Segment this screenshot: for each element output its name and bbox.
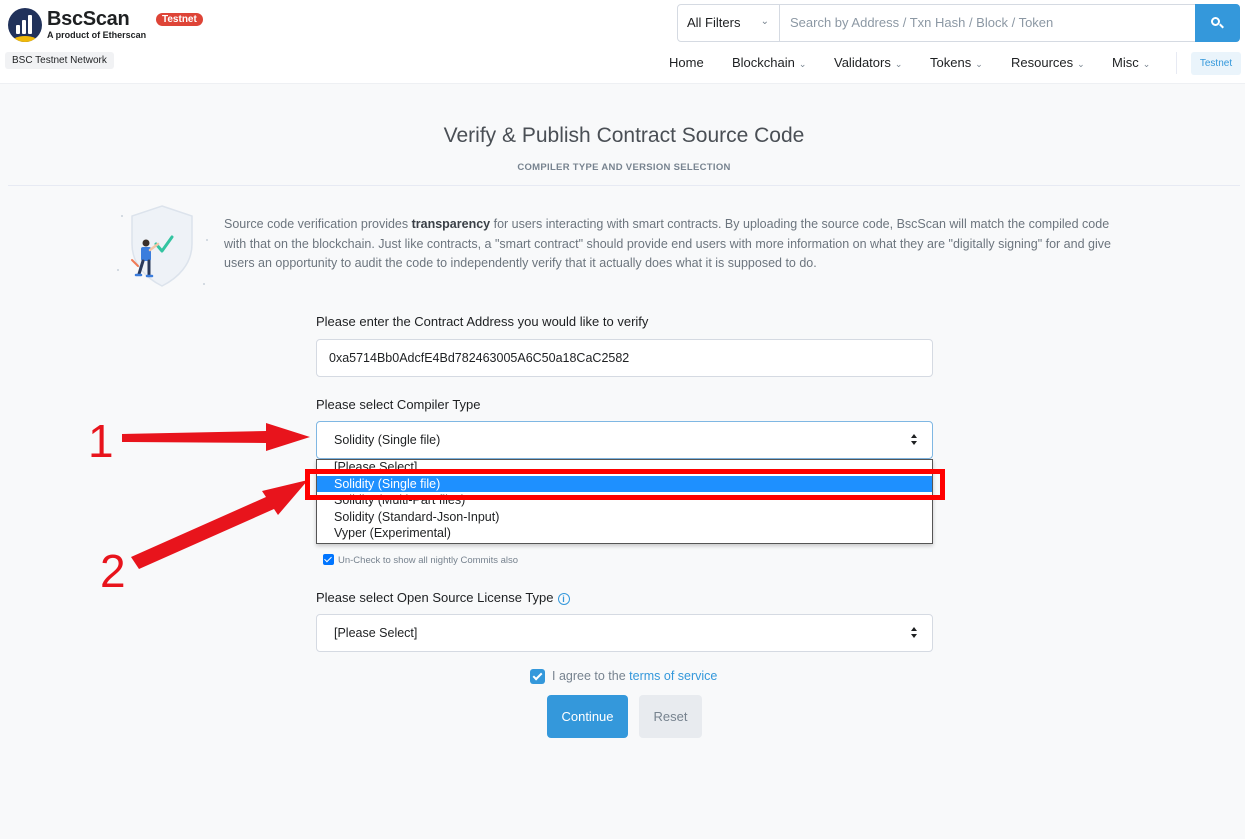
contract-address-label: Please enter the Contract Address you wo… [316,314,649,329]
bscscan-logo-icon [8,8,42,42]
chevron-down-icon: ⌄ [975,59,983,69]
chevron-down-icon: ⌄ [1077,59,1085,69]
compiler-type-select[interactable]: Solidity (Single file) [316,421,933,459]
compiler-type-option[interactable]: Solidity (Standard-Json-Input) [317,509,932,526]
bscscan-logo[interactable]: BscScan A product of Etherscan [8,7,158,43]
annotation-arrow-1 [122,423,310,451]
nightly-commits-checkbox[interactable] [323,554,334,565]
compiler-type-option[interactable]: Vyper (Experimental) [317,525,932,542]
annotation-label-2: 2 [100,545,126,597]
license-type-select[interactable]: [Please Select] [316,614,933,652]
annotation-arrow-2 [131,480,308,569]
nav-misc[interactable]: Misc ⌄ [1112,55,1150,71]
contract-address-input[interactable]: 0xa5714Bb0AdcfE4Bd782463005A6C50a18CaC25… [316,339,933,377]
license-type-value: [Please Select] [334,626,418,640]
nav-validators[interactable]: Validators ⌄ [834,55,902,71]
nav-home[interactable]: Home [669,55,704,71]
verification-shield-illustration [117,205,208,287]
nav-divider [1176,52,1177,74]
select-arrows-icon [911,434,918,447]
select-arrows-icon [911,627,918,640]
terms-checkbox[interactable] [530,669,545,684]
search-bar: All Filters ⌄ Search by Address / Txn Ha… [677,4,1240,42]
testnet-badge: Testnet [156,13,203,26]
annotation-label-1: 1 [88,415,114,467]
search-filter-select[interactable]: All Filters ⌄ [678,5,780,41]
nav-resources[interactable]: Resources ⌄ [1011,55,1085,71]
reset-button[interactable]: Reset [639,695,702,738]
nightly-commits-label: Un-Check to show all nightly Commits als… [338,555,519,566]
logo-name: BscScan [47,8,130,30]
chevron-down-icon: ⌄ [1142,59,1151,69]
chevron-down-icon: ⌄ [894,59,903,69]
chevron-down-icon: ⌄ [798,59,807,69]
network-switch-chip[interactable]: Testnet [1191,52,1241,75]
nav-blockchain[interactable]: Blockchain ⌄ [732,55,806,71]
license-type-label: Please select Open Source License Type i [316,590,570,605]
annotation-highlight-box [305,469,945,500]
chevron-down-icon: ⌄ [760,16,769,27]
continue-button[interactable]: Continue [547,695,628,738]
logo-subtitle: A product of Etherscan [47,30,147,40]
compiler-type-label: Please select Compiler Type [316,397,481,412]
title-divider [8,185,1240,186]
network-label: BSC Testnet Network [5,52,114,69]
page-subtitle: COMPILER TYPE AND VERSION SELECTION [517,162,731,173]
search-input[interactable]: Search by Address / Txn Hash / Block / T… [781,5,1196,41]
search-filter-value: All Filters [687,15,741,30]
top-header: BscScan A product of Etherscan Testnet B… [0,0,1245,84]
info-icon[interactable]: i [557,593,570,605]
intro-text: Source code verification provides transp… [224,217,1111,270]
terms-of-service-link[interactable]: terms of service [629,669,717,683]
page-title: Verify & Publish Contract Source Code [443,124,805,147]
terms-label: I agree to the terms of service [552,669,718,683]
search-button[interactable] [1195,4,1240,42]
compiler-type-value: Solidity (Single file) [334,433,441,447]
nav-tokens[interactable]: Tokens ⌄ [930,55,983,71]
intro-emphasis: transparency [411,217,491,231]
